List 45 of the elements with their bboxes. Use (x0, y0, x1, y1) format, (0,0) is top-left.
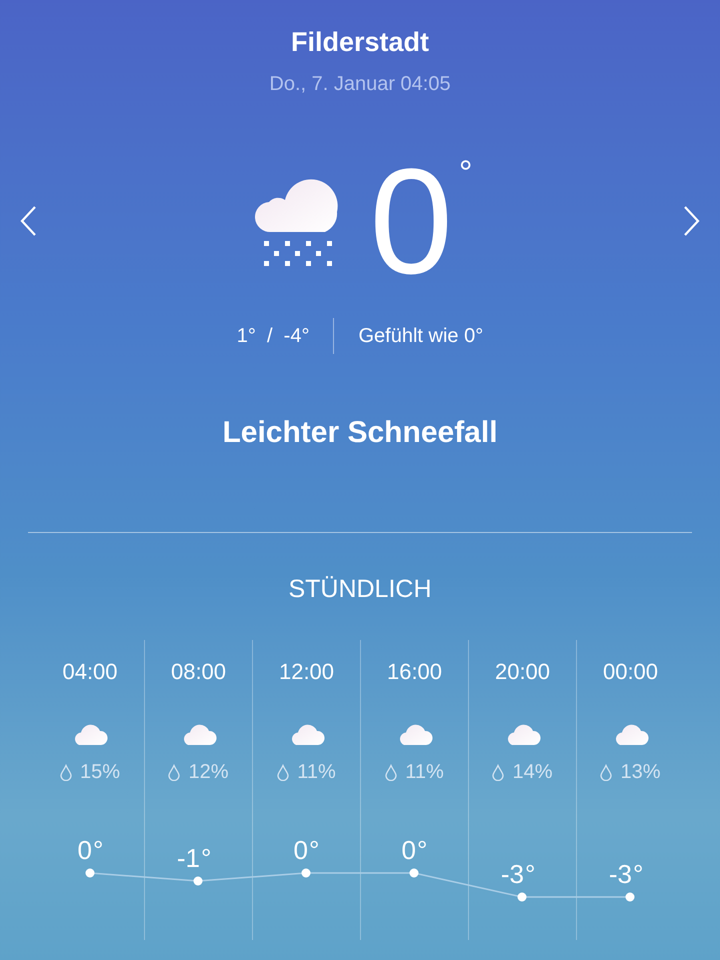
precipitation-chance: 12% (188, 761, 229, 784)
temperature-label: -3 (500, 859, 524, 889)
temperature-label: -1 (176, 843, 200, 873)
degree-sign: ° (525, 859, 536, 889)
temperature-point (194, 876, 202, 886)
precipitation-chance: 13% (620, 761, 661, 784)
precipitation-chance: 11% (297, 761, 336, 784)
section-title: STÜNDLICH (287, 575, 433, 604)
degree-sign: ° (309, 835, 320, 865)
degree-sign: ° (93, 835, 104, 865)
high-low-temperature: 1° / -4° (236, 324, 310, 348)
hour-label: 08:00 (170, 659, 226, 685)
current-temperature: 0 (369, 156, 453, 286)
hour-label: 12:00 (278, 659, 334, 685)
date-time: Do., 7. Januar 04:05 (269, 73, 451, 96)
city-name: Filderstadt (290, 27, 430, 58)
temperature-label: -3 (608, 859, 632, 889)
degree-sign: ° (458, 156, 473, 190)
temperature-point (518, 892, 526, 902)
temperature-label: 0 (294, 835, 308, 865)
droplet-icon (492, 764, 504, 781)
degree-sign: ° (417, 835, 428, 865)
hour-label: 00:00 (602, 659, 658, 685)
feels-like: Gefühlt wie 0° (357, 324, 484, 348)
hour-label: 04:00 (62, 659, 118, 685)
temperature-point (626, 892, 634, 902)
droplet-icon (600, 764, 612, 781)
precipitation-chance: 11% (405, 761, 444, 784)
droplet-icon (168, 764, 180, 781)
hour-label: 20:00 (494, 659, 550, 685)
temperature-point (86, 868, 94, 878)
temperature-label: 0 (402, 835, 416, 865)
weather-condition: Leichter Schneefall (222, 416, 498, 450)
droplet-icon (385, 764, 398, 781)
temperature-label: 0 (78, 835, 92, 865)
temperature-point (410, 868, 418, 878)
precipitation-chance: 15% (80, 761, 120, 784)
hour-label: 16:00 (386, 659, 442, 685)
droplet-icon (60, 764, 72, 781)
degree-sign: ° (633, 859, 644, 889)
degree-sign: ° (201, 843, 212, 873)
precipitation-chance: 14% (512, 761, 553, 784)
temperature-point (302, 868, 310, 878)
cloud-icon (72, 722, 108, 746)
droplet-icon (277, 764, 290, 781)
